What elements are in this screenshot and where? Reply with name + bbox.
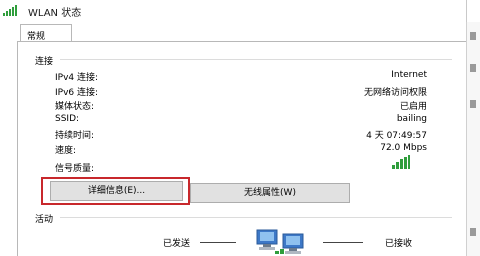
side-marker bbox=[470, 100, 476, 108]
signal-strength-icon bbox=[392, 155, 410, 169]
signal-quality-label: 信号质量: bbox=[55, 164, 95, 174]
background-window-edge bbox=[466, 22, 480, 256]
section-divider bbox=[60, 59, 452, 60]
ipv6-label: IPv6 连接: bbox=[55, 88, 99, 98]
received-label: 已接收 bbox=[385, 239, 413, 249]
side-marker bbox=[470, 64, 476, 72]
ipv4-label: IPv4 连接: bbox=[55, 73, 99, 83]
title-bar[interactable]: WLAN 状态 bbox=[0, 0, 480, 22]
wireless-properties-label: 无线属性(W) bbox=[244, 188, 296, 198]
details-button-label: 详细信息(E)... bbox=[87, 186, 146, 196]
activity-section-label: 活动 bbox=[35, 215, 54, 225]
speed-value: 72.0 Mbps bbox=[380, 143, 427, 153]
sent-line bbox=[200, 242, 236, 243]
sent-label: 已发送 bbox=[163, 239, 191, 249]
wlan-status-window: WLAN 状态 常规 连接 IPv4 连接: Internet IPv6 连接:… bbox=[0, 0, 480, 256]
speed-label: 速度: bbox=[55, 146, 77, 156]
duration-label: 持续时间: bbox=[55, 131, 95, 141]
ipv6-value: 无网络访问权限 bbox=[363, 88, 427, 98]
duration-value: 4 天 07:49:57 bbox=[366, 131, 427, 141]
wireless-properties-button[interactable]: 无线属性(W) bbox=[190, 183, 350, 203]
ipv4-value: Internet bbox=[391, 70, 427, 80]
connection-section-label: 连接 bbox=[35, 57, 54, 67]
section-divider bbox=[60, 217, 452, 218]
media-state-label: 媒体状态: bbox=[55, 102, 95, 112]
network-computers-icon bbox=[256, 229, 304, 254]
media-state-value: 已启用 bbox=[399, 102, 427, 112]
side-marker bbox=[470, 32, 476, 40]
received-line bbox=[323, 242, 363, 243]
title-divider bbox=[466, 0, 467, 22]
window-title: WLAN 状态 bbox=[28, 8, 82, 19]
ssid-label: SSID: bbox=[55, 114, 80, 124]
side-marker bbox=[470, 228, 476, 236]
ssid-value: bailing bbox=[396, 114, 427, 124]
details-button[interactable]: 详细信息(E)... bbox=[50, 181, 183, 201]
wifi-signal-icon bbox=[3, 5, 17, 16]
tab-strip: 常规 bbox=[0, 22, 480, 43]
